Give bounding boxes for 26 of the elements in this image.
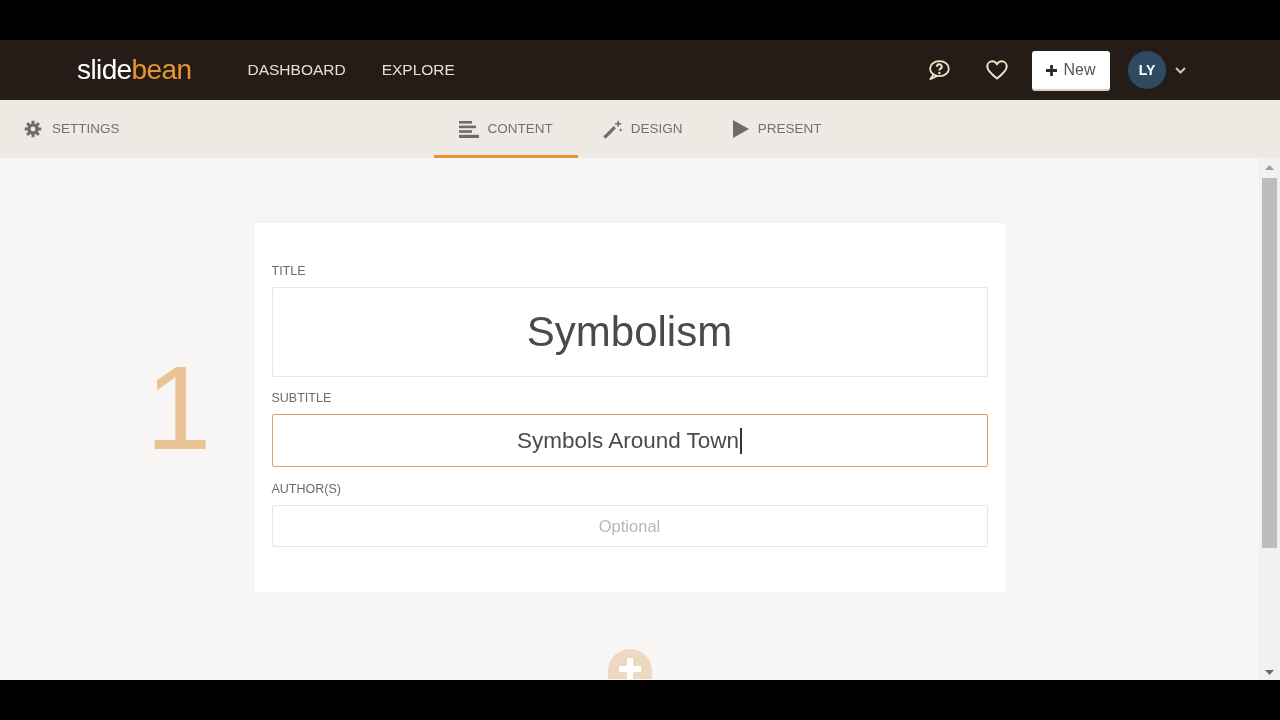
logo[interactable]: slidebean [77,54,192,86]
tab[interactable]: PRESENT [707,100,847,158]
user-avatar[interactable]: LY [1128,51,1166,89]
plus-icon [1046,64,1058,76]
tab[interactable]: DESIGN [577,100,708,158]
field-label: TITLE [271,263,307,279]
field-label: SUBTITLE [271,390,333,406]
scrollbar-thumb[interactable] [1262,178,1277,548]
subtitle-field[interactable]: Symbols Around Town [271,414,988,467]
triangle-down-icon[interactable] [1265,669,1274,675]
text-cursor-icon [740,427,743,454]
new-button[interactable]: New [1032,51,1110,89]
gear-icon [24,120,42,138]
title-field[interactable]: Symbolism [271,287,988,377]
question-bubble-icon[interactable] [928,60,950,80]
field-label: AUTHOR(S) [271,481,342,497]
play-icon [732,120,749,138]
text-lines-icon [458,120,479,138]
chevron-down-icon[interactable] [1175,66,1186,74]
nav-link[interactable]: DASHBOARD [247,60,346,80]
magic-wand-icon [602,119,622,139]
settings-button[interactable]: SETTINGS [24,120,120,138]
nav-link[interactable]: EXPLORE [381,60,455,80]
scrollbar[interactable] [1259,158,1280,680]
heart-icon[interactable] [986,60,1008,80]
slide-number: 1 [145,348,213,467]
